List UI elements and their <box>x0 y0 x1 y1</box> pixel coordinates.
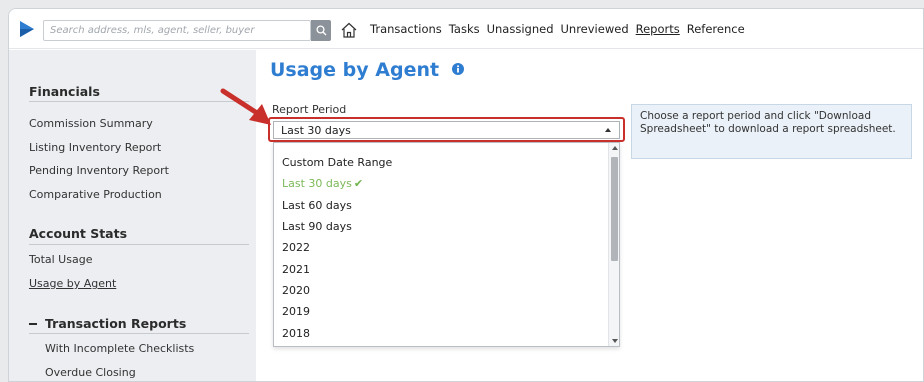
top-bar: Transactions Tasks Unassigned Unreviewed… <box>9 9 923 49</box>
page-title: Usage by Agent <box>270 59 464 81</box>
nav-tasks[interactable]: Tasks <box>449 22 480 36</box>
search-icon <box>315 25 326 36</box>
nav-unassigned[interactable]: Unassigned <box>487 22 554 36</box>
report-period-dropdown: Custom Date Range Last 30 days ✔ Last 60 … <box>273 142 620 347</box>
sidebar-item-commission-summary[interactable]: Commission Summary <box>29 117 153 130</box>
option-custom-date-range[interactable]: Custom Date Range <box>282 156 392 169</box>
option-2018[interactable]: 2018 <box>282 327 310 340</box>
sidebar-item-listing-inventory[interactable]: Listing Inventory Report <box>29 141 161 154</box>
option-2019[interactable]: 2019 <box>282 305 310 318</box>
option-last-90-days[interactable]: Last 90 days <box>282 220 352 233</box>
sidebar-item-incomplete-checklists[interactable]: With Incomplete Checklists <box>45 342 194 355</box>
search-button[interactable] <box>311 20 331 41</box>
nav-reference[interactable]: Reference <box>687 22 745 36</box>
info-icon[interactable] <box>451 62 464 75</box>
help-text-box: Choose a report period and click "Downlo… <box>631 104 912 159</box>
option-last-30-days[interactable]: Last 30 days ✔ <box>282 177 363 190</box>
sidebar-heading-financials: Financials <box>29 84 100 99</box>
report-period-label: Report Period <box>272 103 347 116</box>
sidebar-divider <box>29 101 249 102</box>
sidebar-item-comparative-production[interactable]: Comparative Production <box>29 188 162 201</box>
option-label: Last 30 days <box>282 177 352 190</box>
annotation-arrow-icon <box>220 88 271 125</box>
sidebar-item-usage-by-agent[interactable]: Usage by Agent <box>29 277 116 290</box>
sidebar-divider <box>29 244 249 245</box>
scrollbar-thumb[interactable] <box>611 157 618 261</box>
checkmark-icon: ✔ <box>353 177 364 190</box>
sidebar-divider <box>29 333 249 334</box>
sidebar-heading-label: Transaction Reports <box>45 316 187 331</box>
option-2021[interactable]: 2021 <box>282 263 310 276</box>
sidebar-item-pending-inventory[interactable]: Pending Inventory Report <box>29 164 169 177</box>
home-icon[interactable] <box>340 21 358 39</box>
app-window: Transactions Tasks Unassigned Unreviewed… <box>8 8 924 382</box>
main-nav: Transactions Tasks Unassigned Unreviewed… <box>370 22 745 36</box>
sidebar-heading-transaction-reports[interactable]: Transaction Reports <box>29 316 186 331</box>
scroll-up-arrow-icon[interactable] <box>612 146 618 150</box>
sidebar-item-total-usage[interactable]: Total Usage <box>29 253 92 266</box>
sidebar-heading-account-stats: Account Stats <box>29 226 128 241</box>
scroll-down-arrow-icon[interactable] <box>612 339 618 343</box>
collapse-minus-icon[interactable] <box>29 322 37 325</box>
sidebar-item-overdue-closing[interactable]: Overdue Closing <box>45 366 136 379</box>
page-title-text: Usage by Agent <box>270 59 440 81</box>
option-2022[interactable]: 2022 <box>282 241 310 254</box>
annotation-highlight-box <box>268 117 625 142</box>
option-2020[interactable]: 2020 <box>282 284 310 297</box>
search-input[interactable] <box>43 20 311 41</box>
nav-transactions[interactable]: Transactions <box>370 22 442 36</box>
nav-reports[interactable]: Reports <box>636 22 680 36</box>
nav-unreviewed[interactable]: Unreviewed <box>561 22 629 36</box>
dropdown-scrollbar[interactable] <box>608 143 619 346</box>
app-logo-icon[interactable] <box>18 19 36 39</box>
option-last-60-days[interactable]: Last 60 days <box>282 199 352 212</box>
